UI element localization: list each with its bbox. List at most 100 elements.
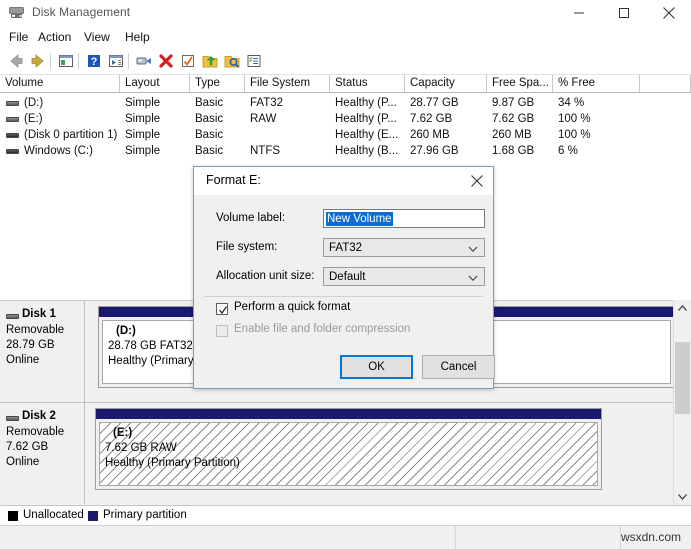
partition-size-fs: 28.78 GB FAT32 — [108, 340, 193, 352]
disk-icon — [6, 314, 19, 319]
details-view-icon[interactable] — [244, 51, 264, 71]
properties-icon[interactable] — [134, 51, 154, 71]
show-hide-console-tree-icon[interactable] — [56, 51, 76, 71]
column-header-file-system[interactable]: File System — [245, 75, 330, 92]
dialog-title: Format E: — [206, 173, 261, 187]
cell-file-system — [245, 127, 330, 143]
menu-help[interactable]: Help — [124, 30, 151, 44]
allocation-unit-size-select[interactable]: Default — [323, 267, 485, 286]
cell-layout: Simple — [125, 129, 161, 141]
menu-file[interactable]: File — [8, 30, 29, 44]
volume-label-input[interactable]: New Volume — [323, 209, 485, 228]
cell-type: Basic — [195, 113, 224, 125]
file-system-label: File system: — [216, 241, 278, 253]
status-bar: wsxdn.com — [0, 525, 691, 549]
partition-body: (E:) 7.62 GB RAW Healthy (Primary Partit… — [99, 422, 598, 486]
disk-name: Disk 2 — [22, 410, 56, 422]
table-row[interactable]: Windows (C:) Simple Basic NTFS Healthy (… — [0, 143, 691, 159]
allocation-unit-size-value: Default — [329, 271, 366, 283]
export-list-icon[interactable] — [200, 51, 220, 71]
disk-icon — [6, 416, 19, 421]
column-header-volume[interactable]: Volume — [0, 75, 120, 92]
cell-type: Basic — [195, 129, 224, 141]
help-icon[interactable]: ? — [84, 51, 104, 71]
disk-name: Disk 1 — [22, 308, 56, 320]
disk-size: 28.79 GB — [6, 339, 55, 351]
cell-percent-free: 34 % — [558, 97, 585, 109]
column-header-layout[interactable]: Layout — [120, 75, 190, 92]
cancel-button[interactable]: Cancel — [422, 355, 495, 379]
column-header-type[interactable]: Type — [190, 75, 245, 92]
menu-view[interactable]: View — [83, 30, 111, 44]
search-icon[interactable] — [222, 51, 242, 71]
close-button[interactable] — [646, 0, 691, 26]
compression-checkbox — [216, 325, 228, 337]
scroll-down-icon[interactable] — [674, 488, 691, 505]
disk-media-type: Removable — [6, 426, 65, 438]
quick-format-checkbox[interactable] — [216, 303, 228, 315]
cell-file-system: NTFS — [250, 145, 281, 157]
volume-label-label: Volume label: — [216, 212, 286, 224]
cell-percent-free: 100 % — [558, 113, 591, 125]
table-row[interactable]: (E:) Simple Basic RAW Healthy (P... 7.62… — [0, 111, 691, 127]
disk-management-window: Disk Management File Action View Help ? — [0, 0, 691, 549]
disk-pane-scrollbar[interactable] — [673, 300, 691, 505]
cell-volume: (D:) — [24, 97, 44, 109]
partition-e[interactable]: (E:) 7.62 GB RAW Healthy (Primary Partit… — [95, 408, 602, 490]
partition-label: (D:) — [116, 325, 136, 337]
table-row[interactable]: (Disk 0 partition 1) Simple Basic Health… — [0, 127, 691, 143]
minimize-button[interactable] — [556, 0, 601, 26]
cell-layout: Simple — [125, 97, 161, 109]
dialog-title-bar: Format E: — [194, 167, 493, 195]
column-header-capacity[interactable]: Capacity — [405, 75, 487, 92]
ok-button[interactable]: OK — [340, 355, 413, 379]
show-hide-action-pane-icon[interactable] — [106, 51, 126, 71]
scrollbar-thumb[interactable] — [675, 342, 690, 414]
disk-info-2: Disk 2 Removable 7.62 GB Online — [0, 403, 85, 504]
toolbar: ? — [0, 48, 691, 75]
compression-label: Enable file and folder compression — [234, 323, 411, 335]
allocation-unit-size-label: Allocation unit size: — [216, 270, 315, 282]
title-bar: Disk Management — [0, 0, 691, 26]
disk-info-1: Disk 1 Removable 28.79 GB Online — [0, 301, 85, 402]
menu-action[interactable]: Action — [37, 30, 72, 44]
cell-type: Basic — [195, 97, 224, 109]
chevron-down-icon — [468, 244, 478, 256]
scroll-up-icon[interactable] — [674, 300, 691, 317]
legend-swatch-unallocated — [8, 511, 18, 521]
legend: Unallocated Primary partition — [0, 505, 691, 526]
back-arrow-icon[interactable] — [6, 51, 26, 71]
cell-free-space: 7.62 GB — [492, 113, 535, 125]
disk-size: 7.62 GB — [6, 441, 49, 453]
column-header-percent-free[interactable]: % Free — [553, 75, 640, 92]
checkmark-icon[interactable] — [178, 51, 198, 71]
cell-free-space: 9.87 GB — [492, 97, 535, 109]
cell-layout: Simple — [125, 113, 161, 125]
format-dialog: Format E: Volume label: New Volume File … — [193, 166, 495, 389]
file-system-select[interactable]: FAT32 — [323, 238, 485, 257]
cell-capacity: 27.96 GB — [410, 145, 459, 157]
cell-volume: (Disk 0 partition 1) — [24, 129, 118, 141]
disk-block-2[interactable]: Disk 2 Removable 7.62 GB Online (E:) 7.6… — [0, 403, 674, 504]
legend-swatch-primary-partition — [88, 511, 98, 521]
cell-capacity: 260 MB — [410, 129, 450, 141]
forward-arrow-icon[interactable] — [28, 51, 48, 71]
delete-icon[interactable] — [156, 51, 176, 71]
cell-layout: Simple — [125, 145, 161, 157]
table-row[interactable]: (D:) Simple Basic FAT32 Healthy (P... 28… — [0, 95, 691, 111]
cell-volume: Windows (C:) — [24, 145, 94, 157]
cell-file-system: FAT32 — [250, 97, 284, 109]
volume-list: Volume Layout Type File System Status Ca… — [0, 75, 691, 157]
column-header-free-space[interactable]: Free Spa... — [487, 75, 553, 92]
watermark: wsxdn.com — [620, 530, 681, 544]
cell-capacity: 7.62 GB — [410, 113, 453, 125]
column-header-status[interactable]: Status — [330, 75, 405, 92]
column-header-filler[interactable] — [640, 75, 691, 92]
maximize-button[interactable] — [601, 0, 646, 26]
cell-file-system: RAW — [250, 113, 277, 125]
dialog-close-button[interactable] — [461, 167, 493, 195]
partition-label: (E:) — [113, 427, 133, 439]
dialog-body: Volume label: New Volume File system: FA… — [194, 195, 495, 388]
disk-state: Online — [6, 354, 40, 366]
cell-status: Healthy (B... — [335, 145, 399, 157]
